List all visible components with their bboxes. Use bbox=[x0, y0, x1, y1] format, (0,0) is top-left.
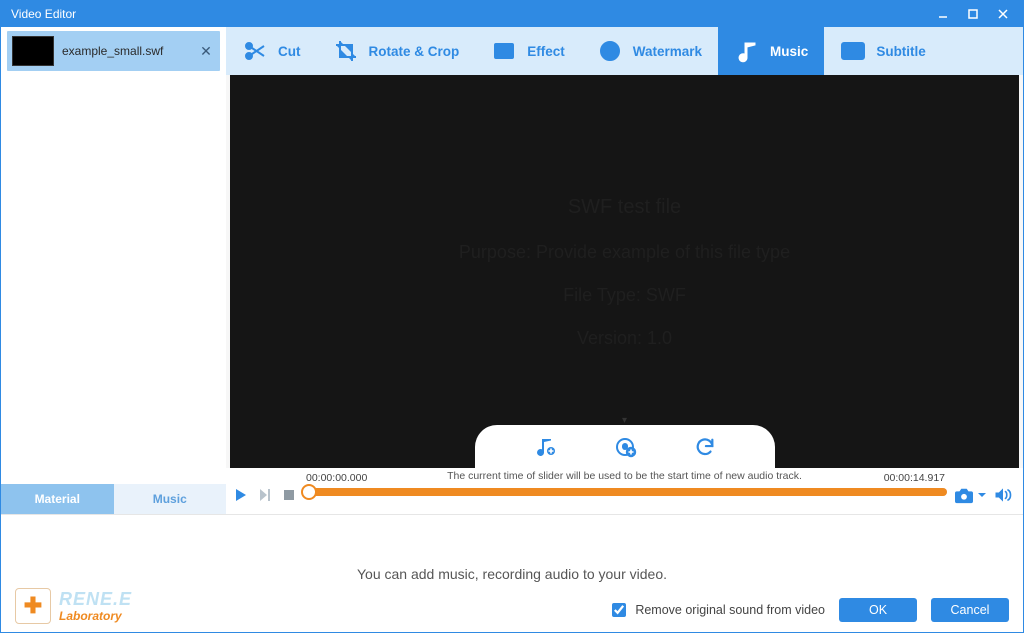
remove-sound-label: Remove original sound from video bbox=[635, 603, 825, 617]
logo-line1: RENE.E bbox=[59, 590, 132, 608]
preview-right-controls bbox=[953, 486, 1013, 504]
play-button[interactable] bbox=[232, 486, 250, 504]
remove-sound-input[interactable] bbox=[612, 603, 626, 617]
main-area: Cut Rotate & Crop Effect bbox=[226, 27, 1023, 514]
tool-subtitle[interactable]: Subtitle bbox=[824, 27, 942, 75]
swf-line4: Version: 1.0 bbox=[459, 317, 790, 360]
tool-cut[interactable]: Cut bbox=[226, 27, 317, 75]
tab-music-list[interactable]: Music bbox=[114, 484, 227, 514]
swf-line1: SWF test file bbox=[459, 183, 790, 231]
tool-effect[interactable]: Effect bbox=[475, 27, 581, 75]
tool-watermark-label: Watermark bbox=[633, 44, 702, 59]
close-button[interactable] bbox=[989, 4, 1017, 24]
remove-original-sound-checkbox[interactable]: Remove original sound from video bbox=[608, 600, 825, 620]
audio-tools-bubble bbox=[475, 425, 775, 469]
file-item[interactable]: example_small.swf ✕ bbox=[7, 31, 220, 71]
logo-badge-icon: ✚ bbox=[15, 588, 51, 624]
record-audio-button[interactable] bbox=[612, 434, 638, 460]
preview-column: SWF test file Purpose: Provide example o… bbox=[226, 75, 1023, 514]
timeline-hint: The current time of slider will be used … bbox=[447, 470, 802, 482]
app-window: Video Editor example_small.swf ✕ Materia… bbox=[0, 0, 1024, 633]
snapshot-menu-button[interactable] bbox=[977, 490, 987, 500]
film-icon bbox=[491, 38, 517, 64]
footer-controls: Remove original sound from video OK Canc… bbox=[608, 598, 1009, 622]
timeline-fill bbox=[304, 488, 947, 496]
cancel-button[interactable]: Cancel bbox=[931, 598, 1009, 622]
crop-icon bbox=[333, 38, 359, 64]
tab-material[interactable]: Material bbox=[1, 484, 114, 514]
timeline-track-column: 00:00:00.000 00:00:14.917 The current ti… bbox=[304, 472, 947, 496]
music-panel-message: You can add music, recording audio to yo… bbox=[357, 566, 667, 582]
stop-button[interactable] bbox=[280, 486, 298, 504]
sidebar-tabs: Material Music bbox=[1, 484, 226, 514]
edit-toolbar: Cut Rotate & Crop Effect bbox=[226, 27, 1023, 75]
timeline-bar: 00:00:00.000 00:00:14.917 The current ti… bbox=[226, 468, 1023, 514]
tool-rotate-crop[interactable]: Rotate & Crop bbox=[317, 27, 476, 75]
window-title: Video Editor bbox=[11, 7, 76, 21]
time-start: 00:00:00.000 bbox=[306, 472, 367, 484]
window-controls bbox=[929, 4, 1017, 24]
logo-line2: Laboratory bbox=[59, 610, 132, 622]
tool-music-label: Music bbox=[770, 44, 808, 59]
file-remove-button[interactable]: ✕ bbox=[198, 43, 214, 59]
file-name: example_small.swf bbox=[62, 44, 198, 58]
subtitle-icon bbox=[840, 38, 866, 64]
swf-line2: Purpose: Provide example of this file ty… bbox=[459, 231, 790, 274]
tool-rotate-crop-label: Rotate & Crop bbox=[369, 44, 460, 59]
logo-text: RENE.E Laboratory bbox=[59, 590, 132, 622]
reel-icon bbox=[597, 38, 623, 64]
tool-subtitle-label: Subtitle bbox=[876, 44, 926, 59]
brand-logo: ✚ RENE.E Laboratory bbox=[15, 588, 132, 624]
step-button[interactable] bbox=[256, 486, 274, 504]
title-bar: Video Editor bbox=[1, 1, 1023, 27]
refresh-audio-button[interactable] bbox=[692, 434, 718, 460]
ok-button[interactable]: OK bbox=[839, 598, 917, 622]
tool-effect-label: Effect bbox=[527, 44, 565, 59]
tool-cut-label: Cut bbox=[278, 44, 301, 59]
tool-music[interactable]: Music bbox=[718, 27, 824, 75]
maximize-button[interactable] bbox=[959, 4, 987, 24]
upper-region: example_small.swf ✕ Material Music Cut bbox=[1, 27, 1023, 514]
minimize-button[interactable] bbox=[929, 4, 957, 24]
timeline-track[interactable] bbox=[304, 488, 947, 496]
swf-placeholder-text: SWF test file Purpose: Provide example o… bbox=[459, 183, 790, 361]
transport-controls bbox=[232, 486, 298, 504]
music-panel: You can add music, recording audio to yo… bbox=[1, 514, 1023, 632]
sidebar: example_small.swf ✕ Material Music bbox=[1, 27, 226, 514]
video-preview: SWF test file Purpose: Provide example o… bbox=[230, 75, 1019, 468]
file-thumbnail bbox=[12, 36, 54, 66]
tool-watermark[interactable]: Watermark bbox=[581, 27, 718, 75]
add-music-button[interactable] bbox=[532, 434, 558, 460]
music-note-icon bbox=[734, 38, 760, 64]
scissors-icon bbox=[242, 38, 268, 64]
volume-button[interactable] bbox=[993, 486, 1013, 504]
swf-line3: File Type: SWF bbox=[459, 274, 790, 317]
time-end: 00:00:14.917 bbox=[884, 472, 945, 484]
snapshot-button[interactable] bbox=[953, 486, 975, 504]
